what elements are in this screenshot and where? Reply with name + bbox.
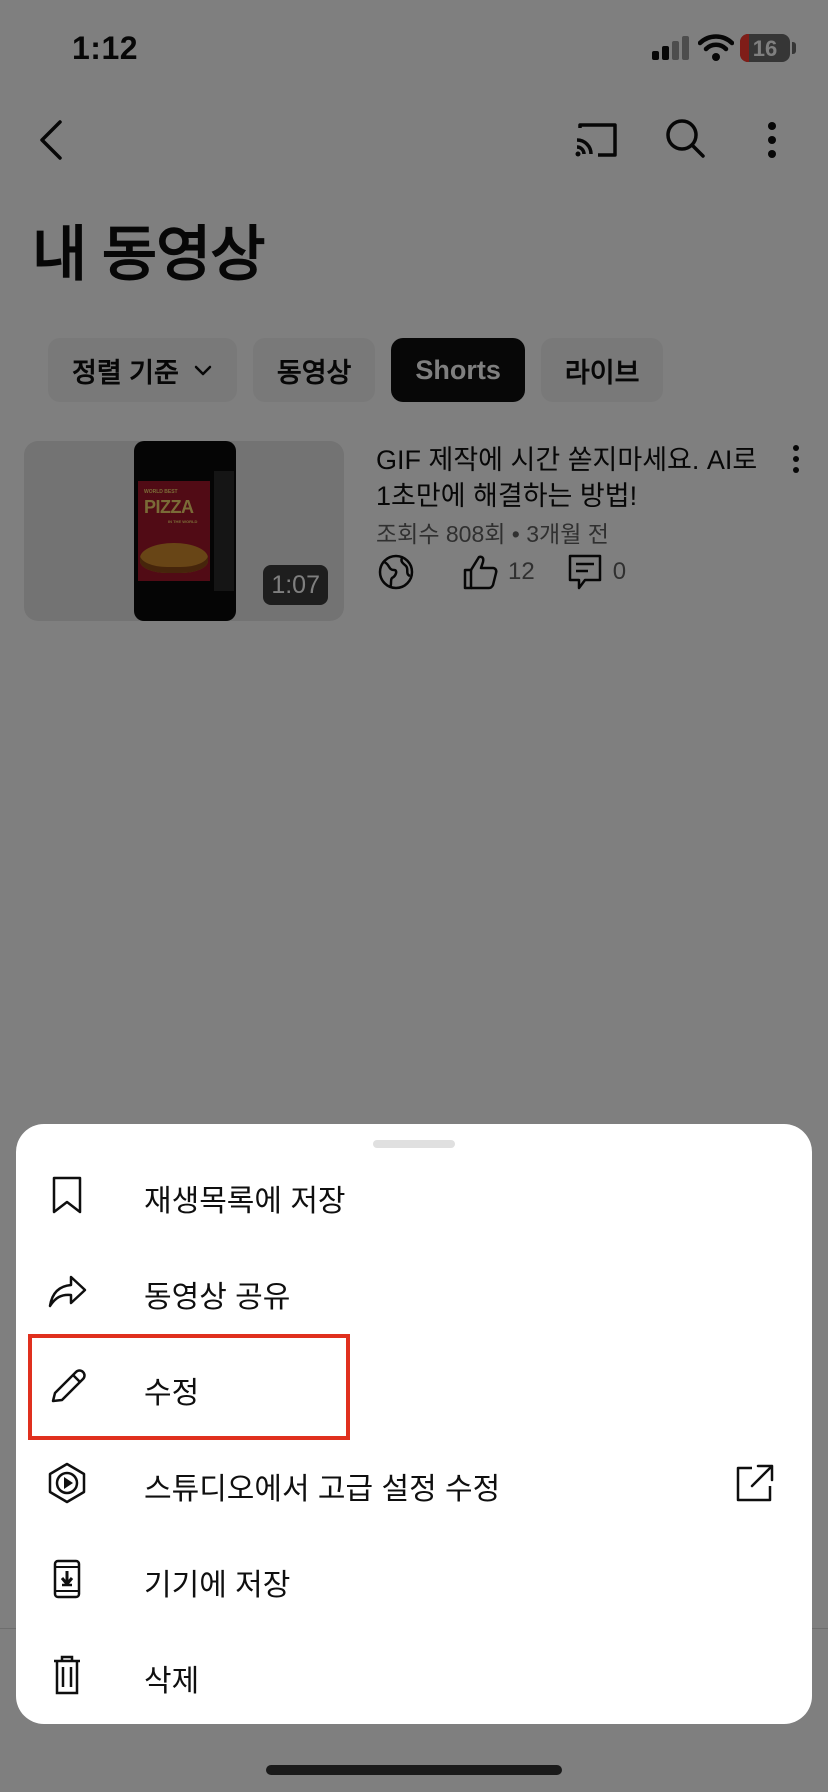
menu-item-save-to-playlist[interactable]: 재생목록에 저장	[16, 1146, 812, 1242]
menu-item-share[interactable]: 동영상 공유	[16, 1242, 812, 1338]
menu-item-label: 기기에 저장	[144, 1569, 291, 1602]
share-icon	[46, 1270, 88, 1312]
studio-icon	[46, 1462, 88, 1504]
menu-item-save-to-device[interactable]: 기기에 저장	[16, 1530, 812, 1626]
trash-icon	[46, 1654, 88, 1696]
menu-item-label: 동영상 공유	[144, 1281, 291, 1314]
menu-item-studio-edit[interactable]: 스튜디오에서 고급 설정 수정	[16, 1434, 812, 1530]
download-icon	[46, 1558, 88, 1600]
menu-item-label: 삭제	[144, 1665, 200, 1698]
highlight-box	[28, 1334, 350, 1440]
menu-item-delete[interactable]: 삭제	[16, 1626, 812, 1722]
bookmark-icon	[46, 1174, 88, 1216]
app-screen: 1:12 16	[0, 0, 828, 1792]
menu-item-label: 스튜디오에서 고급 설정 수정	[144, 1473, 501, 1506]
menu-item-label: 재생목록에 저장	[144, 1185, 346, 1218]
home-indicator[interactable]	[266, 1765, 562, 1775]
external-link-icon	[734, 1462, 776, 1504]
action-bottom-sheet: 재생목록에 저장 동영상 공유 수정 스튜디오에서 고급 설정 수정 기기에 저…	[16, 1124, 812, 1724]
